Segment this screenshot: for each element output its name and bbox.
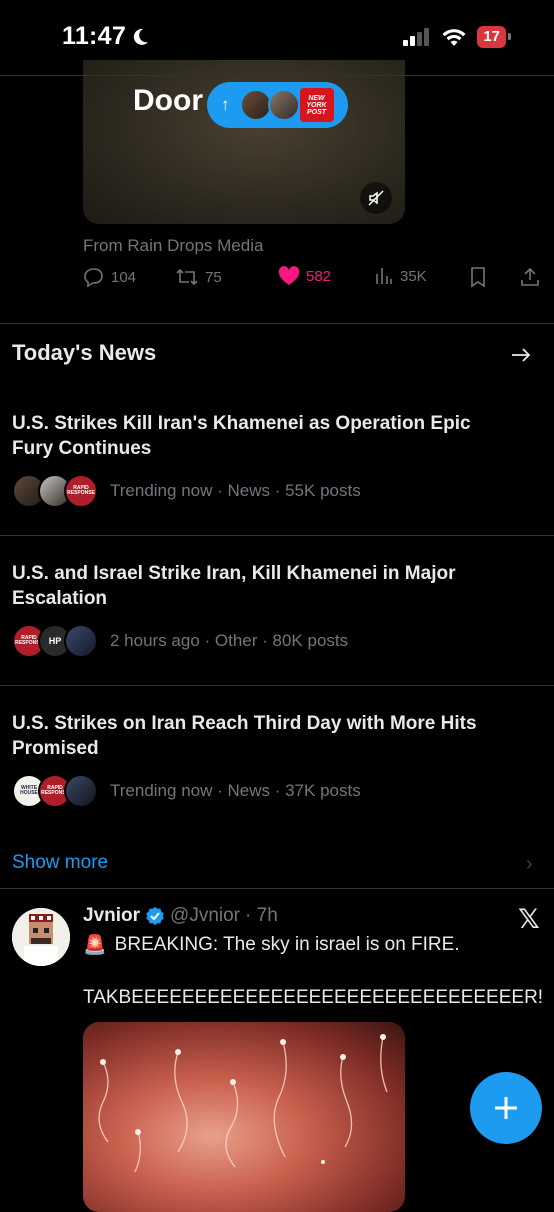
tweet-text-line-2: TAKBEEEEEEEEEEEEEEEEEEEEEEEEEEEEEEER! [83, 987, 544, 1008]
promoted-source: From Rain Drops Media [83, 236, 264, 255]
repost-count: 75 [205, 268, 222, 286]
status-time: 11:47 [62, 22, 150, 51]
avatar [239, 89, 272, 121]
views-button[interactable]: 35K [374, 266, 427, 286]
tweet-text: 🚨 BREAKING: The sky in israel is on FIRE… [83, 933, 460, 957]
divider [0, 888, 554, 889]
share-icon [521, 267, 539, 286]
compose-post-button[interactable] [470, 1072, 542, 1144]
arrow-right-icon[interactable] [510, 344, 532, 371]
show-more-link[interactable]: Show more [12, 852, 108, 874]
news-item-title[interactable]: U.S. Strikes Kill Iran's Khamenei as Ope… [12, 411, 512, 461]
avatar [267, 89, 300, 121]
speaker-muted-icon [368, 190, 384, 206]
bookmark-button[interactable] [469, 266, 487, 288]
x-logo-icon: 𝕏 [518, 904, 540, 934]
news-meta-text: 2 hours ago · Other · 80K posts [110, 631, 349, 650]
siren-icon: 🚨 [83, 935, 107, 956]
clock-text: 11:47 [62, 22, 127, 50]
tweet-text-line: BREAKING: The sky in israel is on FIRE. [114, 934, 460, 955]
divider [0, 323, 554, 324]
news-meta-text: Trending now · News · 55K posts [110, 481, 361, 500]
handle[interactable]: @Jvnior [170, 905, 240, 927]
tweet-media-image[interactable] [83, 1022, 405, 1212]
verified-badge-icon [146, 907, 164, 925]
news-item-meta: WHITE HOUSE RAPID RESPONSE Trending now … [12, 774, 361, 808]
display-name[interactable]: Jvnior [83, 905, 140, 927]
divider [0, 685, 554, 686]
new-posts-pill[interactable]: ↑ NEW YORK POST [207, 82, 348, 128]
timestamp: · 7h [245, 905, 278, 926]
news-item-meta: RAPID RESPONSE HP 2 hours ago · Other · … [12, 624, 348, 658]
tweet-header: Jvnior @Jvnior · 7h [83, 905, 278, 927]
divider [0, 535, 554, 536]
mute-button[interactable] [360, 182, 392, 214]
video-overlay-text: Door [133, 84, 203, 117]
post-actions: 104 75 582 35K [83, 266, 543, 294]
heart-filled-icon [278, 266, 300, 285]
reply-icon [84, 268, 103, 288]
moon-icon [133, 28, 149, 45]
share-button[interactable] [519, 266, 541, 288]
reply-count: 104 [111, 268, 137, 286]
like-button[interactable]: 582 [278, 266, 331, 286]
avatar [64, 624, 98, 658]
chevron-right-icon: › [526, 853, 533, 875]
section-title: Today's News [12, 340, 157, 365]
rapid-response-badge: RAPID RESPONSE [64, 474, 98, 508]
arrow-up-icon: ↑ [221, 95, 230, 114]
news-meta-text: Trending now · News · 37K posts [110, 781, 361, 800]
logo-text: NEW YORK POST [306, 94, 327, 116]
repost-button[interactable]: 75 [175, 266, 222, 288]
news-item-title[interactable]: U.S. Strikes on Iran Reach Third Day wit… [12, 711, 512, 761]
views-chart-icon [376, 268, 392, 284]
view-count: 35K [400, 267, 427, 285]
news-item-title[interactable]: U.S. and Israel Strike Iran, Kill Khamen… [12, 561, 512, 611]
badge-text: HP [48, 635, 62, 646]
bookmark-icon [471, 267, 485, 288]
wifi-icon [442, 29, 466, 46]
news-avatars: RAPID RESPONSE [12, 474, 98, 508]
new-york-post-logo: NEW YORK POST [299, 88, 334, 122]
news-avatars: WHITE HOUSE RAPID RESPONSE [12, 774, 98, 808]
status-icons: 17 [403, 26, 511, 48]
plus-icon [495, 1097, 517, 1119]
battery-indicator: 17 [477, 26, 511, 48]
badge-text: RAPID RESPONSE [67, 485, 95, 496]
repost-icon [176, 268, 198, 286]
like-count: 582 [306, 267, 332, 285]
reply-button[interactable]: 104 [83, 266, 136, 288]
cellular-signal-icon [403, 28, 430, 46]
avatar [64, 774, 98, 808]
news-item-meta: RAPID RESPONSE Trending now · News · 55K… [12, 474, 361, 508]
avatar[interactable] [12, 908, 70, 966]
news-avatars: RAPID RESPONSE HP [12, 624, 98, 658]
header-divider [0, 75, 554, 76]
